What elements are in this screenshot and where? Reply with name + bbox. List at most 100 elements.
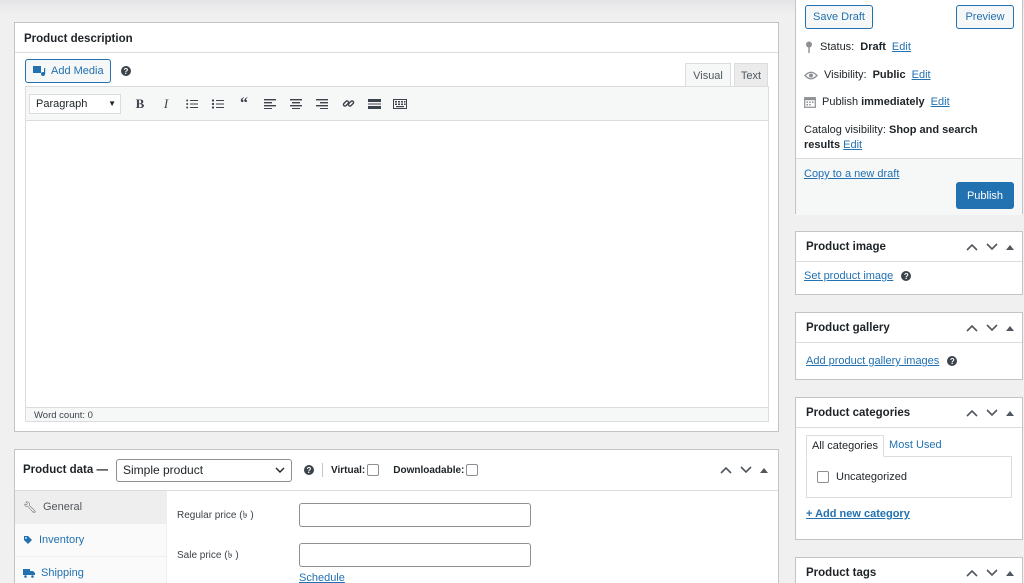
downloadable-checkbox[interactable] xyxy=(466,464,479,476)
product-type-value: Simple product xyxy=(122,463,204,477)
save-draft-button[interactable]: Save Draft xyxy=(805,5,873,29)
visibility-label: Visibility: xyxy=(824,69,867,81)
italic-icon[interactable]: I xyxy=(153,93,179,115)
move-down-icon[interactable] xyxy=(986,408,998,417)
add-category-row: + Add new category xyxy=(796,498,1022,530)
tab-visual[interactable]: Visual xyxy=(685,63,731,87)
help-icon[interactable]: ? xyxy=(121,66,131,76)
virtual-checkbox[interactable] xyxy=(367,464,380,476)
read-more-icon[interactable] xyxy=(361,93,387,115)
product-gallery-body: Add product gallery images ? xyxy=(796,343,1022,379)
product-gallery-header: Product gallery xyxy=(796,313,1022,343)
move-down-icon[interactable] xyxy=(740,466,752,474)
publish-button[interactable]: Publish xyxy=(956,182,1014,209)
product-tags-title: Product tags xyxy=(806,566,877,579)
help-icon[interactable]: ? xyxy=(901,271,912,281)
publish-actions: Copy to a new draft Publish xyxy=(796,158,1022,215)
publish-label: Publish xyxy=(822,96,859,108)
help-icon[interactable]: ? xyxy=(303,465,314,475)
product-data-tabs: 🔧︎ General Inventory Shipping xyxy=(15,491,167,583)
bold-icon[interactable]: B xyxy=(127,93,153,115)
numbered-list-icon[interactable] xyxy=(205,93,231,115)
calendar-icon xyxy=(804,97,816,108)
schedule-link[interactable]: Schedule xyxy=(299,572,345,583)
tab-all-categories[interactable]: All categories xyxy=(806,435,885,457)
help-icon[interactable]: ? xyxy=(947,356,958,366)
downloadable-label: Downloadable: xyxy=(393,464,465,476)
product-categories-title: Product categories xyxy=(806,406,911,419)
move-down-icon[interactable] xyxy=(986,323,998,332)
word-count: Word count: 0 xyxy=(26,407,768,421)
publish-value: immediately xyxy=(861,96,925,108)
link-icon[interactable] xyxy=(335,93,361,115)
catalog-label: Catalog visibility: xyxy=(804,124,886,136)
move-up-icon[interactable] xyxy=(966,409,978,417)
align-center-icon[interactable] xyxy=(283,93,309,115)
format-select[interactable]: Paragraph ▼ xyxy=(29,93,121,114)
product-image-body: Set product image ? xyxy=(796,262,1022,290)
tab-most-used[interactable]: Most Used xyxy=(884,435,947,457)
status-edit-link[interactable]: Edit xyxy=(892,41,911,53)
align-right-icon[interactable] xyxy=(309,93,335,115)
visibility-row: Visibility: Public Edit xyxy=(804,69,931,81)
tab-shipping[interactable]: Shipping xyxy=(15,557,166,583)
editor-toolbar: Paragraph ▼ B I “ xyxy=(26,87,768,121)
sale-price-label: Sale price (৳ ) xyxy=(177,550,239,561)
publish-edit-link[interactable]: Edit xyxy=(931,96,950,108)
visibility-edit-link[interactable]: Edit xyxy=(912,69,931,81)
add-gallery-images-link[interactable]: Add product gallery images xyxy=(806,355,939,367)
tag-icon xyxy=(24,536,32,544)
copy-to-draft-link[interactable]: Copy to a new draft xyxy=(804,168,899,180)
move-up-icon[interactable] xyxy=(966,569,978,577)
virtual-label: Virtual: xyxy=(330,464,366,476)
catalog-edit-link[interactable]: Edit xyxy=(843,139,862,151)
tab-text[interactable]: Text xyxy=(734,63,768,87)
set-product-image-link[interactable]: Set product image xyxy=(804,270,893,282)
tab-inventory[interactable]: Inventory xyxy=(15,524,166,557)
move-down-icon[interactable] xyxy=(986,242,998,251)
product-description-box: Product description Add Media ? Visual T… xyxy=(14,22,779,432)
collapse-icon[interactable] xyxy=(760,467,768,473)
wrench-icon: 🔧︎ xyxy=(23,501,37,514)
move-up-icon[interactable] xyxy=(966,243,978,251)
regular-price-input[interactable] xyxy=(299,503,531,527)
product-data-header: Product data — Simple product ? Virtual:… xyxy=(15,450,778,491)
blockquote-icon[interactable]: “ xyxy=(231,93,257,115)
tab-general[interactable]: 🔧︎ General xyxy=(15,491,166,524)
collapse-icon[interactable] xyxy=(1006,244,1014,250)
sale-price-input[interactable] xyxy=(299,543,531,567)
category-list: Uncategorized xyxy=(806,456,1012,498)
catalog-visibility-row: Catalog visibility: Shop and search resu… xyxy=(804,123,1014,153)
product-description-title: Product description xyxy=(15,23,778,53)
bullet-list-icon[interactable] xyxy=(179,93,205,115)
status-value: Draft xyxy=(860,41,886,53)
add-new-category-link[interactable]: + Add new category xyxy=(806,508,910,520)
product-categories-header: Product categories xyxy=(796,398,1022,428)
move-up-icon[interactable] xyxy=(966,324,978,332)
product-type-select[interactable]: Simple product xyxy=(115,458,292,482)
box-controls xyxy=(966,408,1014,417)
product-image-box: Product image Set product image ? xyxy=(795,231,1023,295)
collapse-icon[interactable] xyxy=(1006,325,1014,331)
move-down-icon[interactable] xyxy=(986,568,998,577)
format-select-value: Paragraph xyxy=(36,97,88,110)
visibility-value: Public xyxy=(872,69,906,81)
product-categories-box: Product categories All categories Most U… xyxy=(795,397,1023,540)
preview-button[interactable]: Preview xyxy=(956,5,1014,29)
product-tags-header: Product tags xyxy=(796,558,1022,583)
content-editor[interactable]: Paragraph ▼ B I “ Word count: 0 xyxy=(25,86,769,422)
uncategorized-checkbox[interactable] xyxy=(817,471,829,483)
collapse-icon[interactable] xyxy=(1006,410,1014,416)
add-media-button[interactable]: Add Media xyxy=(25,59,111,83)
tab-inventory-label: Inventory xyxy=(39,534,85,546)
box-controls xyxy=(966,568,1014,577)
move-up-icon[interactable] xyxy=(720,466,732,474)
status-row: Status: Draft Edit xyxy=(804,41,911,53)
toolbar-toggle-icon[interactable] xyxy=(387,93,413,115)
pin-icon xyxy=(806,41,812,53)
product-tags-box: Product tags xyxy=(795,557,1023,583)
tab-general-label: General xyxy=(42,501,83,513)
catalog-value-2: results xyxy=(804,139,841,151)
align-left-icon[interactable] xyxy=(257,93,283,115)
collapse-icon[interactable] xyxy=(1006,570,1014,576)
